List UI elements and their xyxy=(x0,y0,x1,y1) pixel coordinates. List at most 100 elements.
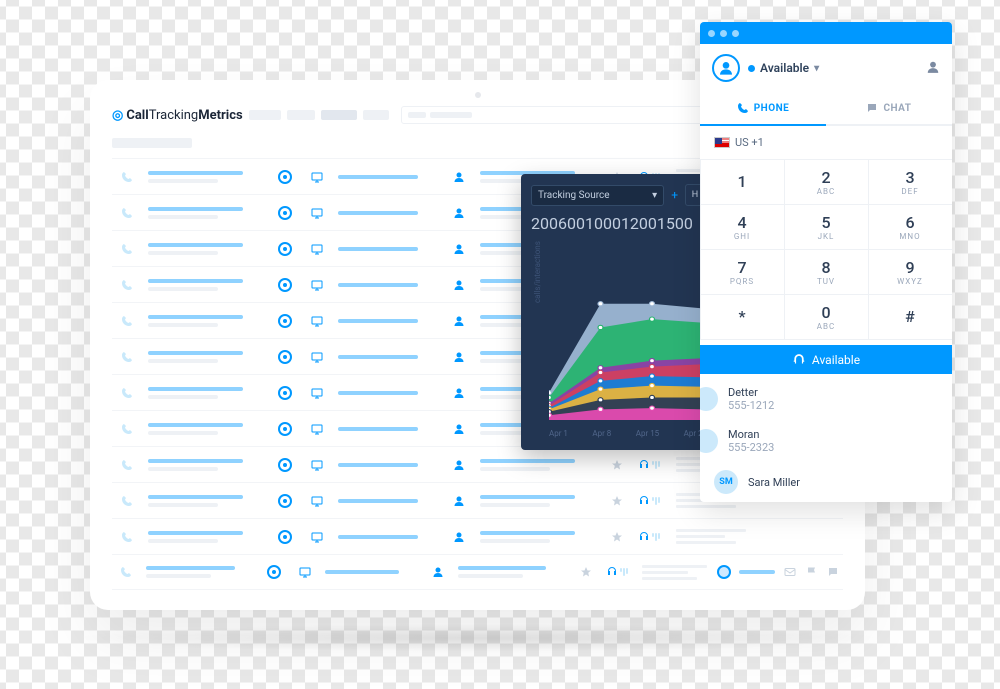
user-icon xyxy=(448,207,470,219)
user-icon xyxy=(448,531,470,543)
dialpad-key-1[interactable]: 1 xyxy=(700,159,785,205)
call-info xyxy=(148,387,264,399)
contact-name: Sara Miller xyxy=(748,476,800,489)
available-button[interactable]: Available xyxy=(700,345,952,374)
star-icon[interactable] xyxy=(606,495,628,507)
screen-icon xyxy=(306,171,328,183)
call-row[interactable] xyxy=(112,554,843,590)
nav-item-active[interactable] xyxy=(321,110,357,120)
contact-info: Detter 555-1212 xyxy=(728,386,774,412)
dialpad-key-4[interactable]: 4 GHI xyxy=(700,204,785,250)
tab-phone-label: PHONE xyxy=(754,103,790,114)
filter-pill[interactable] xyxy=(112,138,192,148)
screen-icon xyxy=(306,315,328,327)
mail-icon[interactable] xyxy=(783,566,797,578)
headset-icon xyxy=(606,566,632,578)
agent-avatar-icon[interactable] xyxy=(712,54,740,82)
star-icon[interactable] xyxy=(606,459,628,471)
chevron-down-icon: ▾ xyxy=(814,63,819,74)
softphone-titlebar xyxy=(700,22,952,44)
contact-avatar-icon xyxy=(700,429,718,453)
softphone-header: Available ▾ xyxy=(700,44,952,92)
window-dot-icon xyxy=(708,30,715,37)
phone-icon xyxy=(116,531,138,543)
target-icon xyxy=(274,386,296,400)
logo: ◎ Call Tracking Metrics xyxy=(112,108,243,123)
agent-status-select[interactable]: Available ▾ xyxy=(748,61,819,75)
headset-icon xyxy=(638,495,666,507)
dialpad-key-0[interactable]: 0 ABC xyxy=(784,294,869,340)
source-bar xyxy=(338,499,438,503)
tab-chat[interactable]: CHAT xyxy=(826,92,952,126)
flag-icon[interactable] xyxy=(805,566,819,578)
key-sub: ABC xyxy=(817,187,835,196)
nav-item[interactable] xyxy=(249,110,281,120)
dialpad-key-5[interactable]: 5 JKL xyxy=(784,204,869,250)
contact-avatar-icon: SM xyxy=(714,470,738,494)
dialpad-key-7[interactable]: 7 PQRS xyxy=(700,249,785,295)
contact-item[interactable]: Detter 555-1212 xyxy=(700,378,952,420)
ytick: 1200 xyxy=(621,214,657,233)
country-code-select[interactable]: US +1 xyxy=(700,126,952,159)
dialpad-key-8[interactable]: 8 TUV xyxy=(784,249,869,295)
dialpad-key-3[interactable]: 3 DEF xyxy=(868,159,953,205)
nav-item[interactable] xyxy=(287,110,315,120)
agent-info xyxy=(480,531,596,543)
contact-name: Detter xyxy=(728,386,774,399)
tab-phone[interactable]: PHONE xyxy=(700,92,826,126)
target-icon xyxy=(274,422,296,436)
contact-item[interactable]: Moran 555-2323 xyxy=(700,420,952,462)
source-bar xyxy=(338,535,438,539)
target-icon xyxy=(274,458,296,472)
call-row[interactable] xyxy=(112,518,843,554)
source-bar xyxy=(325,570,418,574)
contact-item[interactable]: SM Sara Miller xyxy=(700,462,952,502)
dialpad-key-#[interactable]: # xyxy=(868,294,953,340)
call-info xyxy=(148,207,264,219)
star-icon[interactable] xyxy=(576,566,596,578)
row-actions xyxy=(717,565,839,579)
screen-icon xyxy=(306,387,328,399)
nav-item[interactable] xyxy=(363,110,389,120)
flag-us-icon xyxy=(714,137,730,148)
phone-icon xyxy=(116,423,138,435)
tag-pill xyxy=(739,570,775,574)
source-bar xyxy=(338,355,438,359)
headset-icon xyxy=(638,459,666,471)
dialpad: 1 2 ABC3 DEF 4 GHI5 JKL6 MNO 7 PQRS8 TUV9 … xyxy=(700,159,952,339)
logo-text-pre: Call xyxy=(126,108,148,123)
star-icon[interactable] xyxy=(606,531,628,543)
agent-info xyxy=(480,495,596,507)
target-icon xyxy=(274,170,296,184)
key-sub: PQRS xyxy=(730,277,754,286)
dialpad-key-*[interactable]: * xyxy=(700,294,785,340)
contact-avatar-icon xyxy=(700,387,718,411)
source-bar xyxy=(338,283,438,287)
dialpad-key-6[interactable]: 6 MNO xyxy=(868,204,953,250)
agent-info xyxy=(480,459,596,471)
call-info xyxy=(148,495,264,507)
user-icon xyxy=(428,566,448,578)
agent-status-label: Available xyxy=(760,61,809,75)
comment-icon[interactable] xyxy=(827,566,839,578)
user-icon xyxy=(448,171,470,183)
user-icon xyxy=(448,351,470,363)
xtick: Apr 1 xyxy=(549,429,568,438)
notes xyxy=(642,565,707,580)
source-bar xyxy=(338,247,438,251)
key-sub: WXYZ xyxy=(897,277,923,286)
chart-source-select[interactable]: Tracking Source ▾ xyxy=(531,185,664,206)
add-series-icon[interactable]: + xyxy=(668,188,681,202)
dialpad-key-2[interactable]: 2 ABC xyxy=(784,159,869,205)
key-sub: GHI xyxy=(734,232,750,241)
key-num: 1 xyxy=(737,172,746,191)
dialpad-key-9[interactable]: 9 WXYZ xyxy=(868,249,953,295)
contact-info: Moran 555-2323 xyxy=(728,428,774,454)
key-sub: MNO xyxy=(899,232,920,241)
key-num: 5 xyxy=(821,213,830,232)
phone-icon xyxy=(116,351,138,363)
user-settings-icon[interactable] xyxy=(926,59,940,78)
key-num: * xyxy=(738,307,745,326)
chevron-down-icon: ▾ xyxy=(652,190,657,201)
target-icon xyxy=(274,206,296,220)
